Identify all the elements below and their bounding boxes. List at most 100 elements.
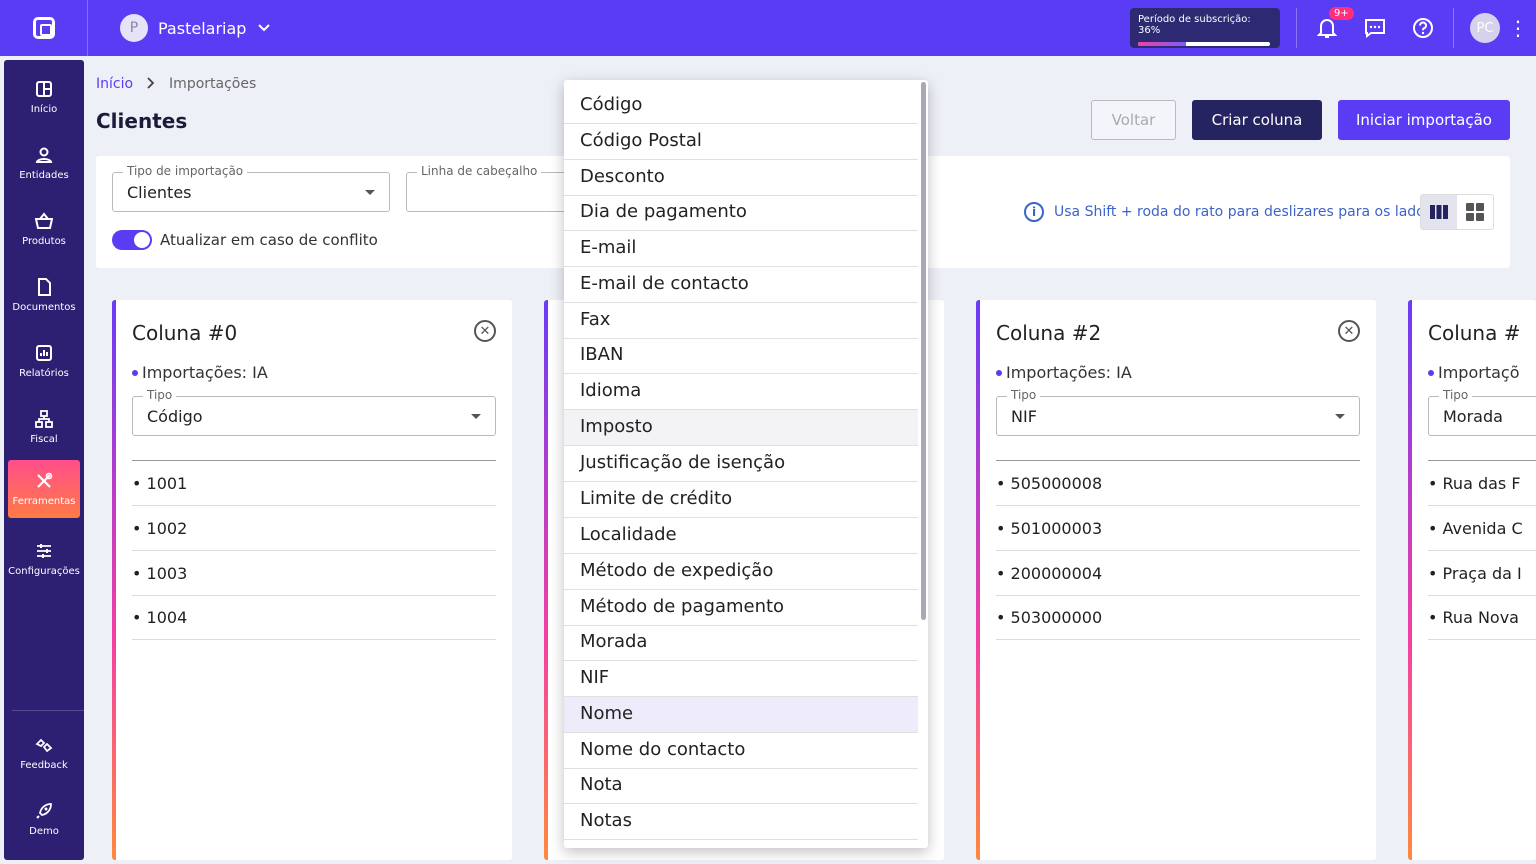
dropdown-option[interactable]: Localidade <box>564 518 918 554</box>
dropdown-option[interactable]: Idioma <box>564 374 918 410</box>
dropdown-option[interactable]: Nome do contacto <box>564 733 918 769</box>
column-imports: Importaçõ <box>1428 363 1520 382</box>
sidebar-item-label: Fiscal <box>30 433 58 445</box>
columns-view-icon <box>1430 205 1448 219</box>
chart-icon <box>36 344 52 361</box>
import-type-select[interactable]: Tipo de importação Clientes <box>112 164 390 212</box>
dropdown-option[interactable]: Método de pagamento <box>564 590 918 626</box>
sidebar-item-configuracoes[interactable]: Configurações <box>8 530 80 588</box>
list-item: • 1004 <box>132 595 496 640</box>
sidebar-item-inicio[interactable]: Início <box>8 68 80 126</box>
help-icon <box>1413 18 1433 38</box>
sidebar-item-fiscal[interactable]: Fiscal <box>8 398 80 456</box>
list-item: • 1001 <box>132 461 496 506</box>
sidebar-item-label: Produtos <box>22 235 66 247</box>
sidebar-item-label: Entidades <box>19 169 69 181</box>
columns-view-button[interactable] <box>1421 195 1457 229</box>
sidebar-item-feedback[interactable]: Feedback <box>8 724 80 782</box>
top-bar: P Pastelariap Período de subscrição: 36%… <box>0 0 1536 56</box>
conflict-update-toggle[interactable] <box>112 230 152 250</box>
dropdown-option[interactable]: Morada <box>564 625 918 661</box>
grid-view-button[interactable] <box>1457 195 1493 229</box>
basket-icon <box>35 211 53 229</box>
subscription-period[interactable]: Período de subscrição: 36% <box>1130 8 1280 48</box>
back-button[interactable]: Voltar <box>1091 100 1176 140</box>
user-avatar[interactable]: PC <box>1470 13 1500 43</box>
app-logo[interactable] <box>0 0 88 56</box>
column-card-3: Coluna # Importaçõ Tipo Morada • Rua das… <box>1408 300 1536 860</box>
close-icon[interactable]: ✕ <box>474 320 496 342</box>
column-title: Coluna #2 <box>996 321 1102 345</box>
feedback-icon <box>35 738 53 752</box>
caret-down-icon <box>471 414 481 419</box>
sidebar-item-ferramentas[interactable]: Ferramentas <box>8 460 80 518</box>
list-item: • Rua das F <box>1428 461 1536 506</box>
subscription-progress-bar <box>1138 42 1270 46</box>
dropdown-option[interactable]: Método de expedição <box>564 554 918 590</box>
help-button[interactable] <box>1399 0 1447 56</box>
close-icon[interactable]: ✕ <box>1338 320 1360 342</box>
info-icon: i <box>1024 202 1044 222</box>
dropdown-scrollbar[interactable] <box>921 82 926 620</box>
more-options-icon[interactable]: ⋮ <box>1500 0 1536 56</box>
sidebar-item-label: Relatórios <box>19 367 69 379</box>
company-selector[interactable]: P Pastelariap <box>120 14 271 42</box>
column-type-label: Tipo <box>1007 388 1041 402</box>
sidebar-item-documentos[interactable]: Documentos <box>8 266 80 324</box>
dropdown-option[interactable]: IBAN <box>564 338 918 374</box>
dropdown-option[interactable]: Dia de pagamento <box>564 195 918 231</box>
create-column-button[interactable]: Criar coluna <box>1192 100 1322 140</box>
dropdown-option[interactable]: E-mail <box>564 231 918 267</box>
column-type-select[interactable]: Tipo Morada <box>1428 388 1536 436</box>
dropdown-option[interactable]: E-mail de contacto <box>564 267 918 303</box>
breadcrumb-home[interactable]: Início <box>96 76 133 92</box>
column-type-label: Tipo <box>143 388 177 402</box>
rocket-icon <box>36 802 52 819</box>
list-item: • Praça da I <box>1428 551 1536 596</box>
scroll-hint: i Usa Shift + roda do rato para deslizar… <box>1024 202 1432 222</box>
dropdown-option[interactable]: Fax <box>564 303 918 339</box>
notifications-button[interactable]: 9+ <box>1303 0 1354 56</box>
column-imports-text: Importações: IA <box>142 363 268 382</box>
dropdown-option[interactable]: Desconto <box>564 160 918 196</box>
list-item: • 501000003 <box>996 506 1360 551</box>
dropdown-option[interactable]: Nome <box>564 697 918 733</box>
tools-icon <box>37 472 53 488</box>
list-item: • 1003 <box>132 551 496 596</box>
sidebar-item-label: Ferramentas <box>12 495 76 507</box>
page-title: Clientes <box>96 109 188 133</box>
breadcrumb: Início Importações <box>96 76 256 92</box>
dashboard-icon <box>36 80 52 97</box>
header-line-field[interactable]: Linha de cabeçalho <box>406 164 576 212</box>
sidebar-item-entidades[interactable]: Entidades <box>8 134 80 192</box>
dropdown-option[interactable]: Notas <box>564 804 918 840</box>
caret-down-icon <box>365 190 375 195</box>
dropdown-option[interactable]: Imposto <box>564 410 918 446</box>
chat-icon <box>1365 19 1385 38</box>
column-type-select[interactable]: Tipo Código <box>132 388 496 436</box>
dropdown-option[interactable]: Nota <box>564 768 918 804</box>
dropdown-option[interactable]: Justificação de isenção <box>564 446 918 482</box>
chevron-down-icon <box>258 21 271 35</box>
person-icon <box>35 147 53 163</box>
sidebar-item-produtos[interactable]: Produtos <box>8 200 80 258</box>
list-item: • Avenida C <box>1428 506 1536 551</box>
sidebar-item-relatorios[interactable]: Relatórios <box>8 332 80 390</box>
start-import-button[interactable]: Iniciar importação <box>1338 100 1510 140</box>
column-title: Coluna # <box>1428 321 1521 345</box>
dropdown-option[interactable]: Código <box>564 88 918 124</box>
view-toggle <box>1420 194 1494 230</box>
sidebar-item-demo[interactable]: Demo <box>8 790 80 848</box>
chevron-right-icon <box>147 76 155 92</box>
dropdown-option[interactable]: NIF <box>564 661 918 697</box>
bell-icon <box>1317 19 1337 38</box>
column-type-select[interactable]: Tipo NIF <box>996 388 1360 436</box>
scroll-hint-text: Usa Shift + roda do rato para deslizares… <box>1054 204 1433 220</box>
breadcrumb-current: Importações <box>169 76 257 92</box>
messages-button[interactable] <box>1351 0 1399 56</box>
column-title: Coluna #0 <box>132 321 238 345</box>
sidebar: Início Entidades Produtos Documentos Rel… <box>4 60 84 860</box>
subscription-label: Período de subscrição: 36% <box>1138 14 1251 36</box>
dropdown-option[interactable]: Limite de crédito <box>564 482 918 518</box>
dropdown-option[interactable]: Código Postal <box>564 124 918 160</box>
